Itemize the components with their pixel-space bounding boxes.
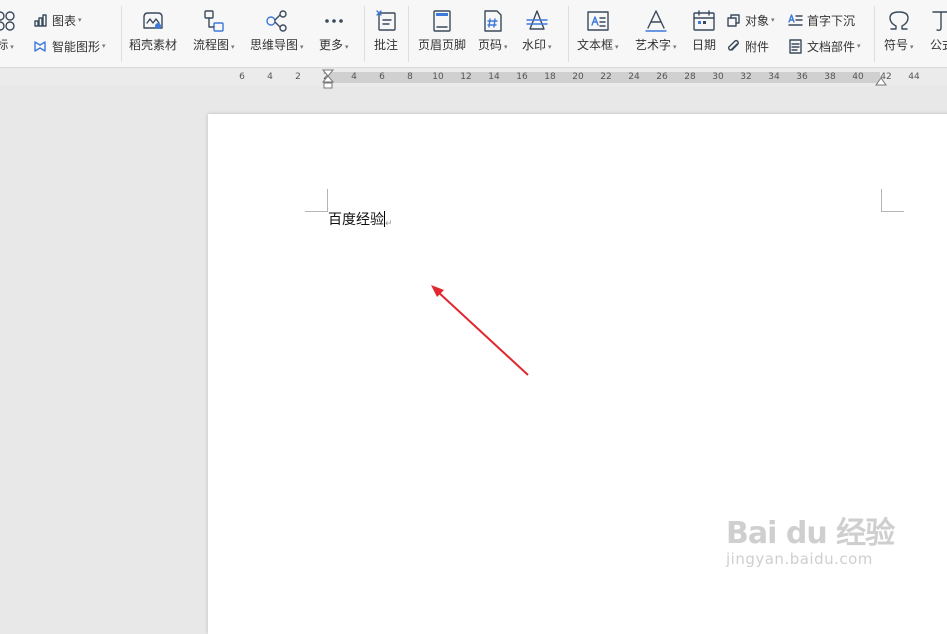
watermark-logo: Bai du 经验 [726,516,895,551]
baidu-jingyan-watermark: Bai du 经验 jingyan.baidu.com [726,508,895,568]
watermark-url: jingyan.baidu.com [726,550,873,568]
